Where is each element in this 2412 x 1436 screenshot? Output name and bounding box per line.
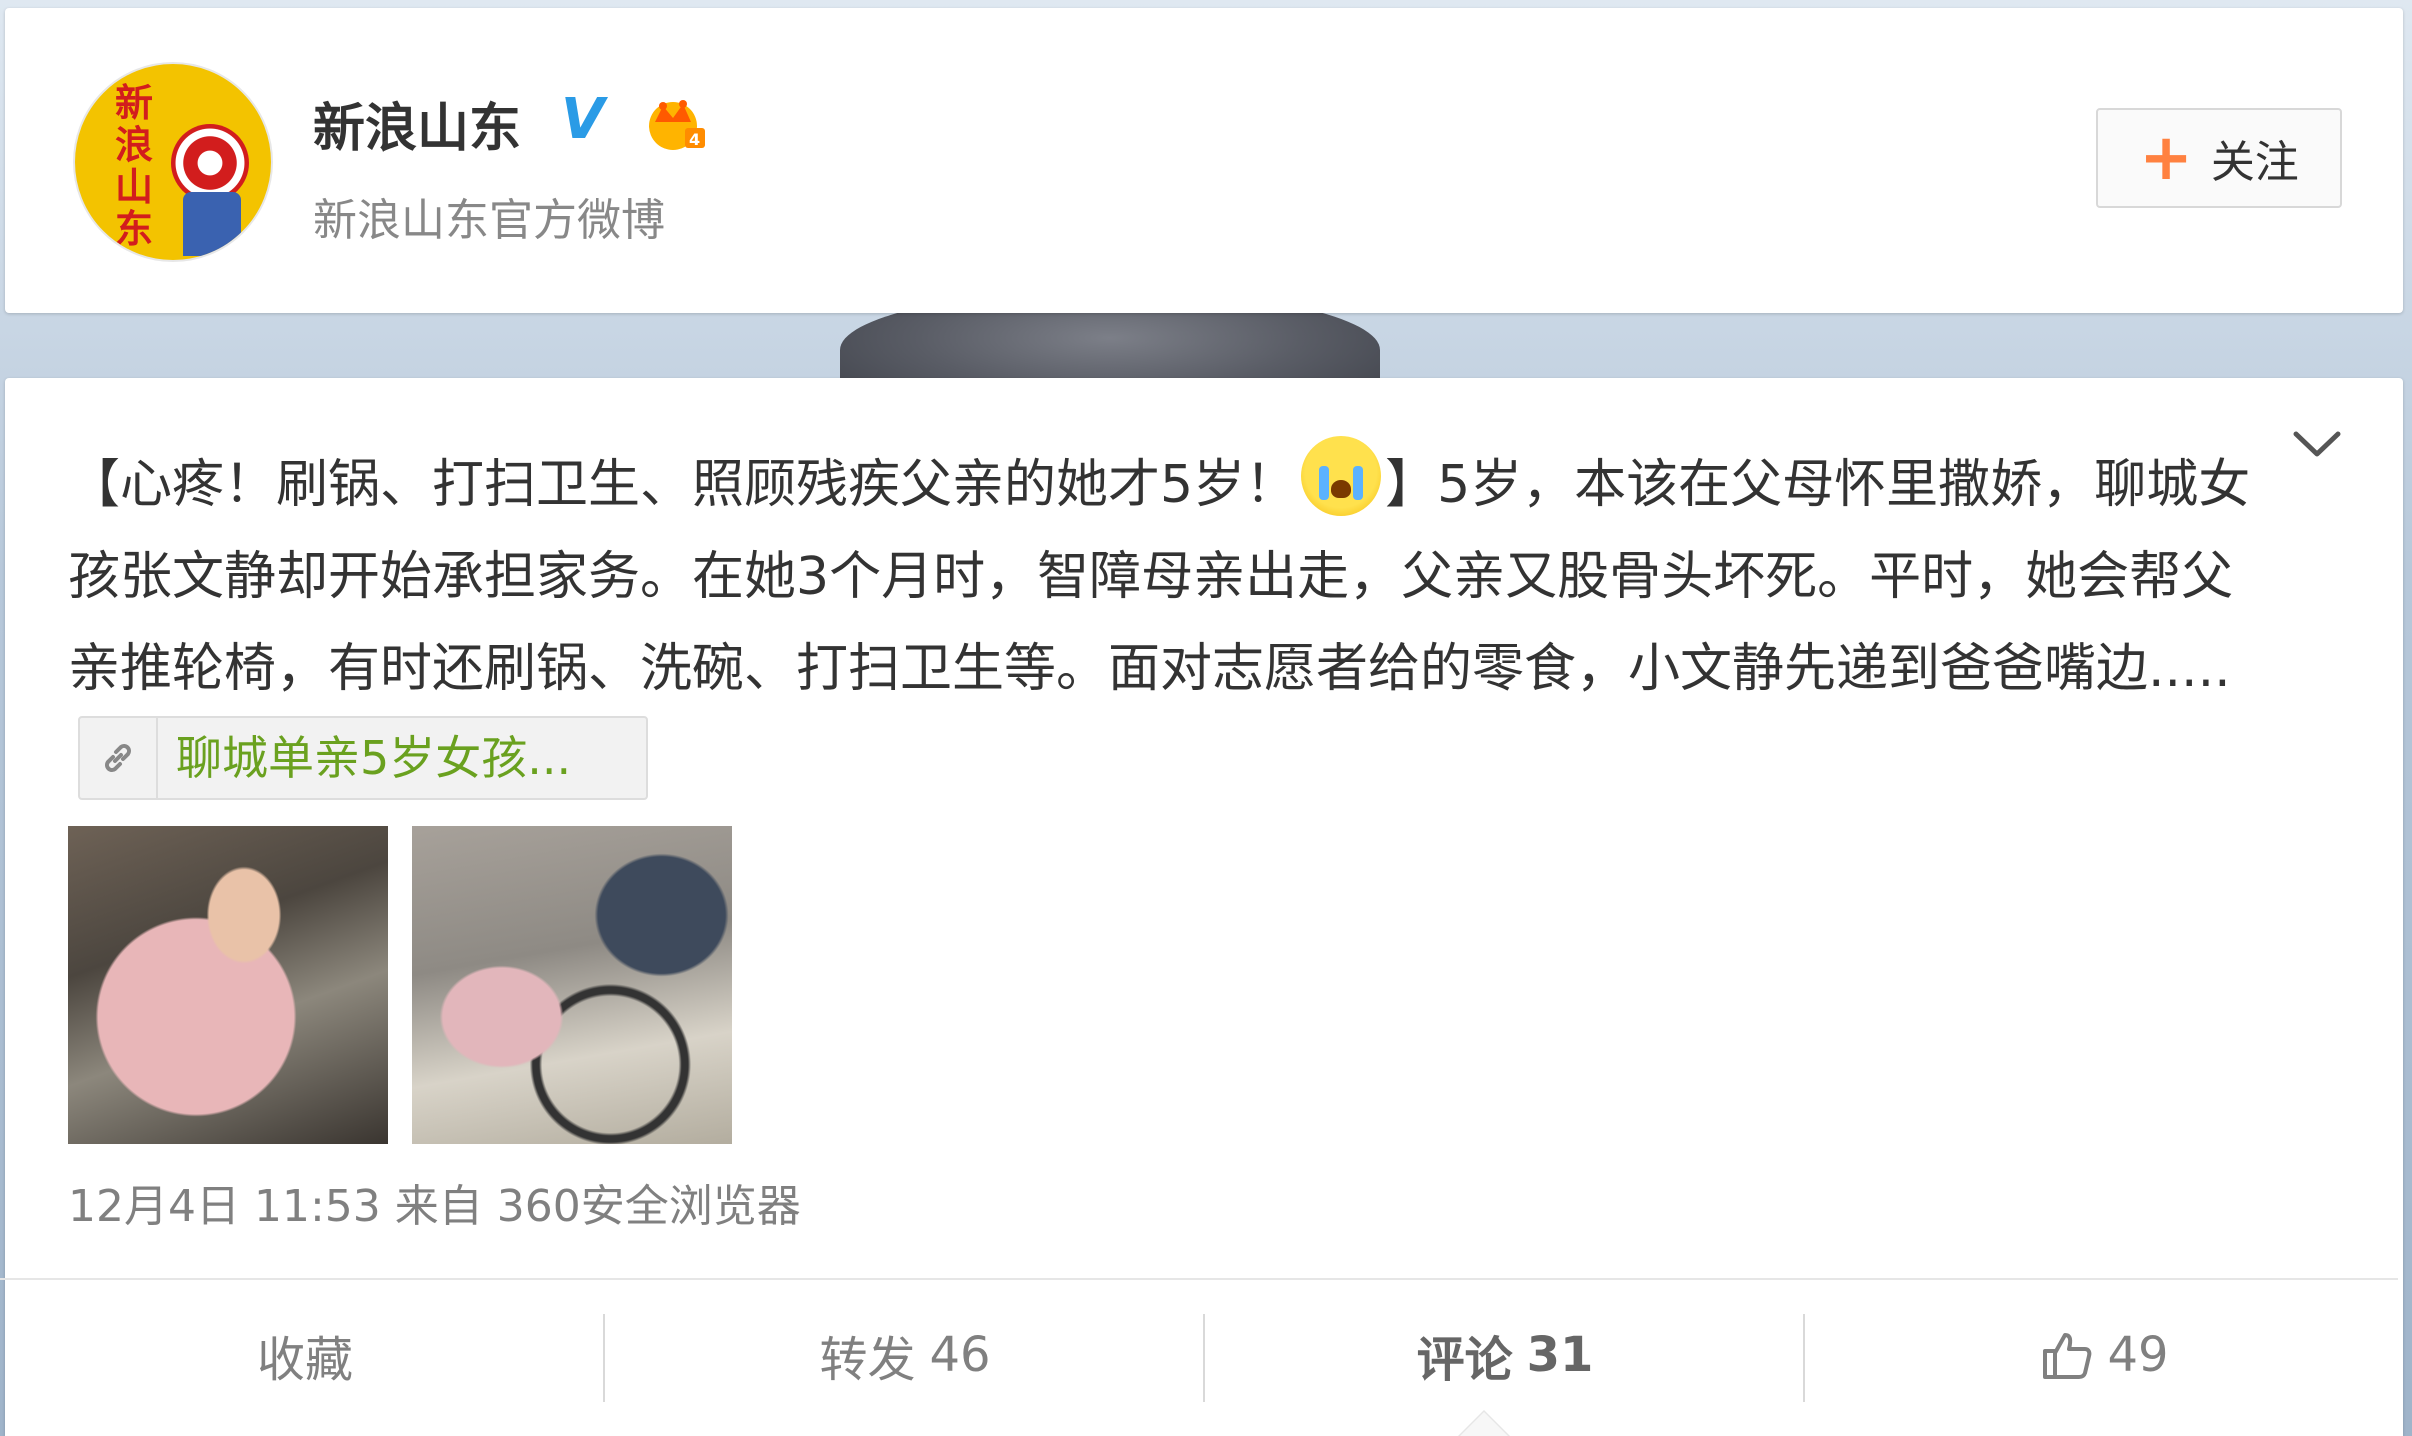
link-chain-icon xyxy=(105,744,131,772)
repost-button[interactable]: 转发 46 xyxy=(605,1280,1205,1430)
follow-button[interactable]: + 关注 xyxy=(2096,108,2342,208)
account-name[interactable]: 新浪山东 xyxy=(313,86,521,161)
favorite-button[interactable]: 收藏 xyxy=(5,1280,605,1430)
post-text: 【心疼！刷锅、打扫卫生、照顾残疾父亲的她才5岁！ 】5岁，本该在父母怀里撒娇， 聊城… xyxy=(68,436,2268,807)
crying-face-icon xyxy=(1301,436,1382,516)
verified-v-icon[interactable]: V xyxy=(561,92,604,148)
comment-count: 31 xyxy=(1526,1327,1594,1383)
post-source-prefix: 来自 xyxy=(394,1181,483,1232)
article-link-text: 聊城单亲5岁女孩... xyxy=(176,731,572,785)
comment-button[interactable]: 评论 31 xyxy=(1205,1280,1805,1430)
post-image-2[interactable] xyxy=(412,826,732,1144)
comment-pointer-arrow xyxy=(1458,1410,1510,1436)
avatar[interactable]: 新浪山东 xyxy=(73,62,273,262)
post-meta: 12月4日 11:53 来自 360安全浏览器 xyxy=(68,1170,801,1234)
plus-icon: + xyxy=(2139,121,2193,195)
post-text-headline-end: 】5岁，本该在父母怀里撒娇， xyxy=(1385,455,2095,515)
avatar-figure xyxy=(183,192,241,256)
like-button[interactable]: 49 xyxy=(1805,1280,2405,1430)
comment-label: 评论 xyxy=(1416,1332,1513,1388)
post-source[interactable]: 360安全浏览器 xyxy=(497,1181,801,1232)
account-description: 新浪山东官方微博 xyxy=(313,195,665,246)
follow-label: 关注 xyxy=(2210,137,2299,188)
article-link-card[interactable]: 聊城单亲5岁女孩... xyxy=(78,716,648,800)
crown-icon[interactable]: 4 xyxy=(645,94,707,152)
post-text-headline: 【心疼！刷锅、打扫卫生、照顾残疾父亲的她才5岁！ xyxy=(68,455,1298,515)
link-icon-box xyxy=(80,718,158,798)
repost-count: 46 xyxy=(929,1327,991,1383)
like-count: 49 xyxy=(2107,1327,2169,1383)
favorite-label: 收藏 xyxy=(256,1332,353,1388)
avatar-logo-text: 新浪山东 xyxy=(114,80,153,251)
svg-text:4: 4 xyxy=(689,130,700,149)
account-header-card: 新浪山东 新浪山东 V 4 新浪山东官方微博 + 关注 xyxy=(5,8,2403,313)
thumbs-up-icon xyxy=(2043,1333,2092,1379)
post-image-1[interactable] xyxy=(68,826,388,1144)
post-timestamp[interactable]: 12月4日 11:53 xyxy=(68,1181,381,1232)
repost-label: 转发 xyxy=(819,1332,916,1388)
sina-eye-logo xyxy=(171,124,249,202)
chevron-down-icon[interactable] xyxy=(2292,430,2342,460)
